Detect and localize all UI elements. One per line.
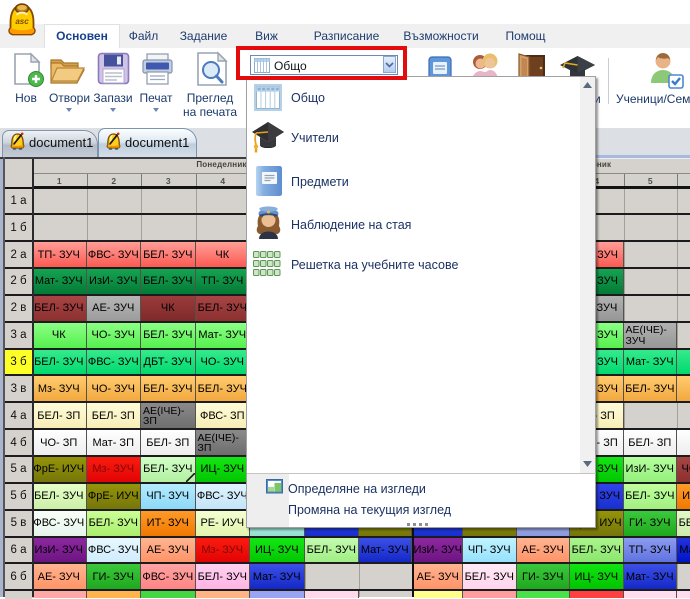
svg-text:asc: asc (15, 17, 29, 26)
